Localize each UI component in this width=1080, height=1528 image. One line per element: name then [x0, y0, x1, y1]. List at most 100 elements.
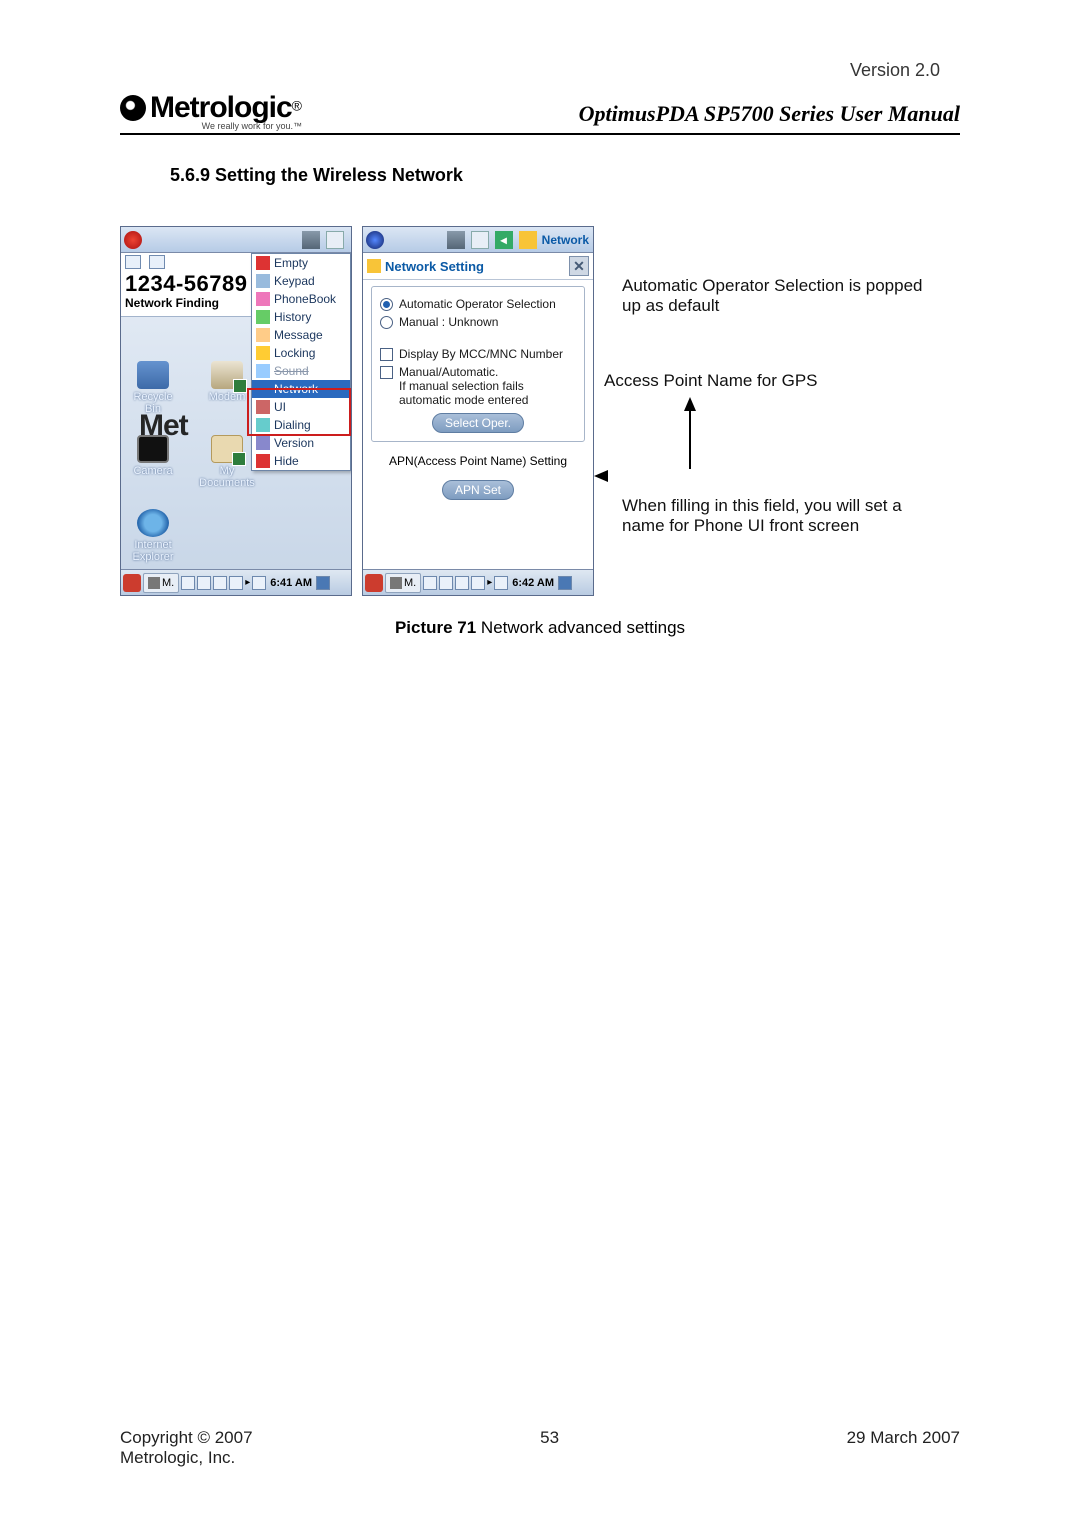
taskbar-app-button[interactable]: M.	[143, 573, 179, 593]
section-heading: 5.6.9 Setting the Wireless Network	[170, 165, 960, 186]
copyright-line1: Copyright © 2007	[120, 1428, 253, 1448]
radio-icon	[380, 298, 393, 311]
ui-icon	[256, 400, 270, 414]
radio-auto-operator[interactable]: Automatic Operator Selection	[380, 297, 576, 311]
caption-bold: Picture 71	[395, 618, 476, 637]
close-button[interactable]: ✕	[569, 256, 589, 276]
menu-keypad-label: Keypad	[274, 274, 315, 288]
signal-icon	[302, 231, 320, 249]
mail-icon	[326, 231, 344, 249]
radio-icon	[380, 316, 393, 329]
page-header: Metrologic® We really work for you.™ Opt…	[120, 91, 960, 135]
menu-phonebook[interactable]: PhoneBook	[252, 290, 350, 308]
footer-left: Copyright © 2007 Metrologic, Inc.	[120, 1428, 253, 1468]
figure-caption: Picture 71 Network advanced settings	[120, 618, 960, 638]
radio-manual-operator[interactable]: Manual : Unknown	[380, 315, 576, 329]
operator-selection-group: Automatic Operator Selection Manual : Un…	[371, 286, 585, 442]
tray-overflow-icon[interactable]: ▸	[487, 577, 492, 588]
tray-icon[interactable]	[197, 576, 211, 590]
checkbox-icon	[380, 348, 393, 361]
menu-locking-label: Locking	[274, 346, 315, 360]
metrologic-eye-icon	[120, 95, 146, 121]
globe-icon	[390, 577, 402, 589]
annotation-apn-gps: Access Point Name for GPS	[604, 371, 914, 391]
envelope-icon	[149, 255, 165, 269]
menu-dialing[interactable]: Dialing	[252, 416, 350, 434]
footer-date: 29 March 2007	[847, 1428, 960, 1468]
apn-set-button[interactable]: APN Set	[442, 480, 514, 500]
hide-icon	[256, 454, 270, 468]
menu-version-label: Version	[274, 436, 314, 450]
manual-auto-line3: automatic mode entered	[399, 393, 528, 407]
titlebar: ◂ Network	[363, 227, 593, 253]
screenshot-desktop-with-menu: 1234-56789 Network Finding Recycle Bin M…	[120, 226, 352, 596]
taskbar-app-button[interactable]: M.	[385, 573, 421, 593]
menu-empty[interactable]: Empty	[252, 254, 350, 272]
arrow-line	[689, 409, 691, 469]
logo: Metrologic® We really work for you.™	[120, 91, 302, 131]
sip-icon[interactable]	[316, 576, 330, 590]
system-tray	[423, 576, 485, 590]
start-button-icon[interactable]	[365, 574, 383, 592]
radio-manual-operator-label: Manual : Unknown	[399, 315, 498, 329]
internet-explorer-icon[interactable]: Internet Explorer	[125, 509, 181, 563]
menu-message[interactable]: Message	[252, 326, 350, 344]
tray-icon[interactable]	[455, 576, 469, 590]
dialing-icon	[256, 418, 270, 432]
app-icon	[366, 231, 384, 249]
tray-icon[interactable]	[423, 576, 437, 590]
empty-icon	[256, 256, 270, 270]
radio-auto-operator-label: Automatic Operator Selection	[399, 297, 556, 311]
tray-icon[interactable]	[252, 576, 266, 590]
tray-icon[interactable]	[213, 576, 227, 590]
menu-network-label: Network	[274, 382, 318, 396]
taskbar-app-label: M.	[162, 577, 174, 589]
titlebar-title: Network	[542, 233, 589, 247]
tray-icon[interactable]	[439, 576, 453, 590]
recycle-bin-icon[interactable]: Recycle Bin	[125, 361, 181, 415]
start-button-icon[interactable]	[123, 574, 141, 592]
tray-overflow-icon[interactable]: ▸	[245, 577, 250, 588]
menu-hide[interactable]: Hide	[252, 452, 350, 470]
ie-label-2: Explorer	[125, 551, 181, 563]
locking-icon	[256, 346, 270, 360]
mail-icon	[471, 231, 489, 249]
annotation-auto-operator: Automatic Operator Selection is popped u…	[622, 276, 932, 316]
sip-icon[interactable]	[558, 576, 572, 590]
menu-network[interactable]: Network	[252, 380, 350, 398]
apn-setting-label: APN(Access Point Name) Setting	[389, 454, 567, 468]
camera-icon[interactable]: Camera	[125, 435, 181, 489]
taskbar: M. ▸ 6:42 AM	[363, 569, 593, 595]
tray-icon[interactable]	[181, 576, 195, 590]
checkbox-display-mcc[interactable]: Display By MCC/MNC Number	[380, 347, 576, 361]
modem-icon[interactable]: Modem	[199, 361, 255, 415]
menu-locking[interactable]: Locking	[252, 344, 350, 362]
checkbox-manual-auto[interactable]: Manual/Automatic. If manual selection fa…	[380, 365, 576, 407]
camera-label: Camera	[125, 465, 181, 477]
select-operator-button[interactable]: Select Oper.	[432, 413, 524, 433]
watermark-text: Met	[139, 409, 188, 443]
titlebar	[121, 227, 351, 253]
screenshot-network-setting: ◂ Network Network Setting ✕ Automatic Op…	[362, 226, 594, 596]
ie-label-1: Internet	[125, 539, 181, 551]
menu-version[interactable]: Version	[252, 434, 350, 452]
menu-ui[interactable]: UI	[252, 398, 350, 416]
tray-icon[interactable]	[229, 576, 243, 590]
menu-sound[interactable]: Sound	[252, 362, 350, 380]
menu-keypad[interactable]: Keypad	[252, 272, 350, 290]
menu-history[interactable]: History	[252, 308, 350, 326]
history-icon	[256, 310, 270, 324]
arrow-left-icon	[594, 470, 608, 482]
globe-icon	[148, 577, 160, 589]
registered-mark: ®	[292, 98, 302, 114]
menu-hide-label: Hide	[274, 454, 299, 468]
my-documents-label: My Documents	[199, 465, 255, 489]
back-icon[interactable]: ◂	[495, 231, 513, 249]
taskbar-app-label: M.	[404, 577, 416, 589]
tray-icon[interactable]	[494, 576, 508, 590]
annotation-apn-field: When filling in this field, you will set…	[622, 496, 942, 536]
tray-icon[interactable]	[471, 576, 485, 590]
my-documents-icon[interactable]: My Documents	[199, 435, 255, 489]
context-menu: Empty Keypad PhoneBook History Message L…	[251, 253, 351, 471]
phonebook-icon	[256, 292, 270, 306]
